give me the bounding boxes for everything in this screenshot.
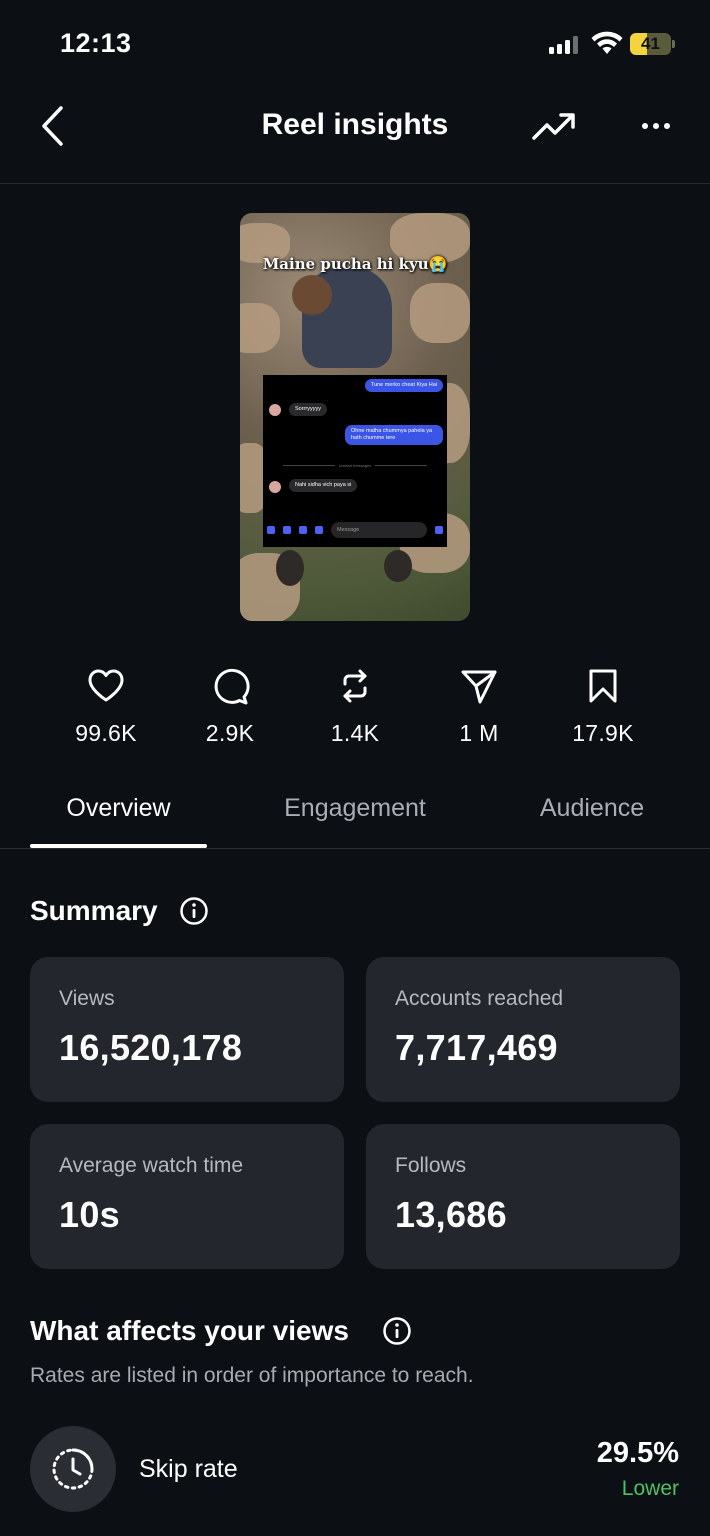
views-value: 16,520,178: [59, 1027, 243, 1068]
reel-thumbnail[interactable]: Maine pucha hi kyu😭 Tune merko cheat Kiy…: [240, 213, 470, 621]
skip-rate-comparison: Lower: [621, 1477, 679, 1500]
trends-button[interactable]: [528, 106, 580, 146]
tab-overview[interactable]: Overview: [30, 794, 207, 823]
accounts-reached-value: 7,717,469: [395, 1027, 558, 1068]
reposts-count: 1.4K: [330, 720, 380, 746]
stat-saves: 17.9K: [541, 666, 665, 747]
more-horizontal-icon: [642, 123, 670, 129]
info-icon[interactable]: [179, 896, 209, 926]
stat-reposts: 1.4K: [293, 666, 417, 747]
summary-title: Summary: [30, 895, 158, 926]
info-icon[interactable]: [382, 1316, 412, 1346]
likes-count: 99.6K: [75, 720, 137, 746]
tab-audience[interactable]: Audience: [512, 794, 672, 823]
average-watch-time-label: Average watch time: [59, 1154, 244, 1177]
tabs-divider: [0, 848, 710, 849]
accounts-reached-card[interactable]: Accounts reached 7,717,469: [366, 957, 680, 1102]
views-factors-title: What affects your views: [30, 1315, 349, 1346]
battery-icon: 41: [630, 33, 676, 55]
follows-label: Follows: [395, 1154, 467, 1177]
trending-up-icon: [532, 113, 575, 140]
chat-composer: Message: [267, 520, 443, 540]
views-label: Views: [59, 987, 115, 1010]
more-options-button[interactable]: [630, 108, 682, 144]
bookmark-icon: [589, 669, 617, 703]
reel-caption: Maine pucha hi kyu😭: [262, 255, 448, 273]
skip-rate-icon-badge: [30, 1426, 116, 1512]
reel-person-head: [292, 275, 332, 315]
comments-count: 2.9K: [205, 720, 255, 746]
chat-bubble-in: Sorrryyyyy: [289, 403, 327, 416]
chat-bubble-out: Ohne matha chummya pahela ya hath chumme…: [345, 425, 443, 445]
chat-message-field: Message: [331, 522, 427, 538]
views-factors-subtitle: Rates are listed in order of importance …: [30, 1364, 474, 1387]
repost-icon: [343, 669, 367, 703]
saves-count: 17.9K: [572, 720, 634, 746]
follows-card[interactable]: Follows 13,686: [366, 1124, 680, 1269]
accounts-reached-label: Accounts reached: [395, 987, 564, 1010]
chat-bubble-in: Nahi sidha vich paya si: [289, 479, 358, 492]
heart-icon: [88, 669, 124, 702]
page-title: Reel insights: [261, 108, 449, 141]
chat-bubble-out: Tune merko cheat Kiya Hai: [364, 379, 443, 392]
shares-count: 1 M: [459, 720, 499, 746]
cellular-signal-icon: [549, 36, 578, 54]
tab-engagement[interactable]: Engagement: [260, 794, 450, 823]
chat-avatar: [269, 404, 281, 416]
skip-timer-icon: [52, 1448, 94, 1490]
stat-comments: 2.9K: [168, 666, 292, 747]
skip-rate-value: 29.5%: [596, 1437, 679, 1469]
share-icon: [461, 670, 497, 704]
wifi-icon: [591, 31, 623, 54]
average-watch-time-value: 10s: [59, 1194, 120, 1235]
stat-likes: 99.6K: [44, 666, 168, 747]
chat-avatar: [269, 481, 281, 493]
chat-screenshot: Tune merko cheat Kiya Hai Sorrryyyyy Ohn…: [263, 375, 447, 547]
average-watch-time-card[interactable]: Average watch time 10s: [30, 1124, 344, 1269]
battery-level: 41: [641, 34, 660, 53]
reel-feet: [276, 550, 412, 586]
header-divider: [0, 183, 710, 184]
skip-rate-label: Skip rate: [139, 1455, 238, 1483]
comment-icon: [214, 668, 250, 705]
follows-value: 13,686: [395, 1194, 507, 1235]
views-card[interactable]: Views 16,520,178: [30, 957, 344, 1102]
status-time: 12:13: [60, 28, 132, 58]
stat-shares: 1 M: [417, 666, 541, 747]
unread-divider: Unread messages: [273, 463, 437, 468]
